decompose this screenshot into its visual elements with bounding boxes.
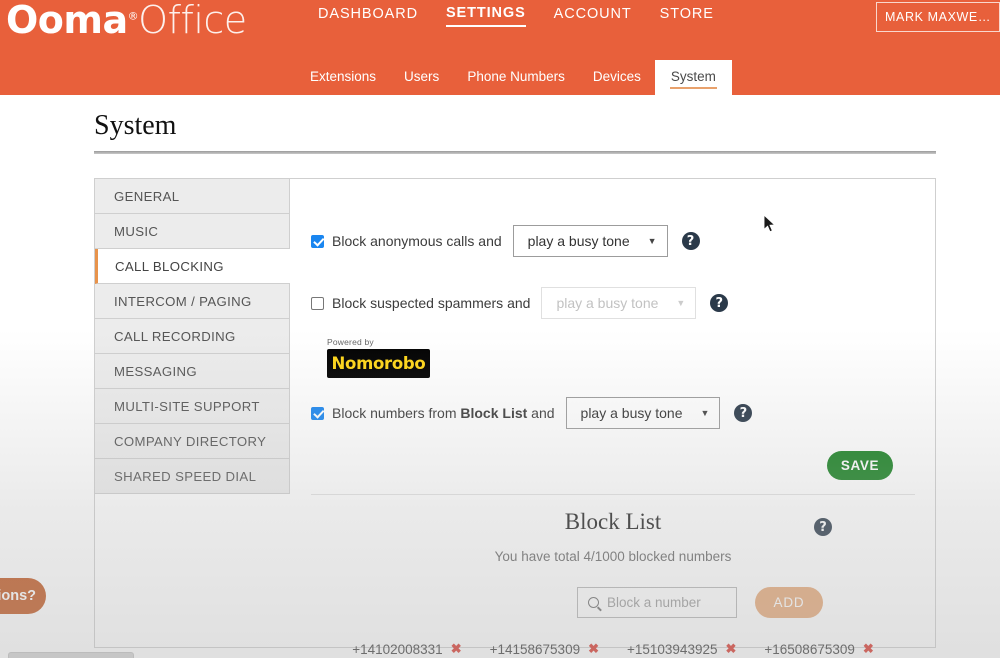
- sidebar-item-general[interactable]: GENERAL: [95, 179, 290, 214]
- help-icon-block-list-rule[interactable]: ?: [734, 404, 752, 422]
- sidebar-item-messaging[interactable]: MESSAGING: [95, 354, 290, 389]
- remove-number-icon[interactable]: ✖: [725, 641, 736, 657]
- primary-nav: DASHBOARD SETTINGS ACCOUNT STORE: [318, 5, 714, 27]
- logo-registered-icon: ®: [128, 9, 139, 22]
- sidebar-item-label: INTERCOM / PAGING: [114, 294, 252, 309]
- block-list-title: Block List: [291, 509, 935, 535]
- settings-sidebar: GENERAL MUSIC CALL BLOCKING INTERCOM / P…: [95, 179, 290, 494]
- sidebar-item-shared-speed-dial[interactable]: SHARED SPEED DIAL: [95, 459, 290, 494]
- sidebar-item-label: MESSAGING: [114, 364, 197, 379]
- block-list-subtitle: You have total 4/1000 blocked numbers: [291, 549, 935, 564]
- sidebar-item-music[interactable]: MUSIC: [95, 214, 290, 249]
- subnav-item-devices[interactable]: Devices: [579, 69, 655, 95]
- nav-item-store[interactable]: STORE: [660, 6, 714, 26]
- block-list-rule-label-strong: Block List: [460, 405, 527, 421]
- title-divider: [94, 151, 936, 154]
- block-list-rule-row: Block numbers from Block List and play a…: [311, 397, 752, 429]
- page-title: System: [94, 110, 176, 142]
- bottom-docked-panel[interactable]: [8, 652, 134, 658]
- section-divider: [311, 494, 915, 495]
- chevron-down-icon: ▼: [676, 299, 685, 308]
- search-icon: [588, 597, 599, 608]
- logo-office-text: Office: [138, 0, 247, 42]
- sidebar-item-intercom-paging[interactable]: INTERCOM / PAGING: [95, 284, 290, 319]
- block-list-rule-checkbox[interactable]: [311, 407, 324, 420]
- settings-card: GENERAL MUSIC CALL BLOCKING INTERCOM / P…: [94, 178, 936, 648]
- sidebar-item-label: CALL BLOCKING: [115, 259, 224, 274]
- block-spammers-action-select: play a busy tone ▼: [541, 287, 696, 319]
- nav-item-settings[interactable]: SETTINGS: [446, 5, 526, 27]
- sidebar-item-label: MUSIC: [114, 224, 158, 239]
- powered-by-label: Powered by: [327, 337, 374, 347]
- nav-item-account[interactable]: ACCOUNT: [554, 6, 632, 26]
- block-spammers-label: Block suspected spammers and: [332, 295, 530, 311]
- top-header-bar: Ooma®Office DASHBOARD SETTINGS ACCOUNT S…: [0, 0, 1000, 95]
- sidebar-item-label: COMPANY DIRECTORY: [114, 434, 266, 449]
- sidebar-item-company-directory[interactable]: COMPANY DIRECTORY: [95, 424, 290, 459]
- subnav-item-extensions[interactable]: Extensions: [296, 69, 390, 95]
- save-button[interactable]: SAVE: [827, 451, 893, 480]
- sidebar-item-multi-site-support[interactable]: MULTI-SITE SUPPORT: [95, 389, 290, 424]
- blocked-numbers-list: +14102008331 ✖ +14158675309 ✖ +151039439…: [291, 641, 935, 657]
- ooma-office-logo[interactable]: Ooma®Office: [6, 0, 247, 42]
- block-anonymous-row: Block anonymous calls and play a busy to…: [311, 225, 700, 257]
- chevron-down-icon: ▼: [701, 409, 710, 418]
- block-spammers-row: Block suspected spammers and play a busy…: [311, 287, 728, 319]
- blocked-number-value: +16508675309: [764, 642, 854, 657]
- nomorobo-logo: Nomorobo: [327, 349, 430, 378]
- block-anonymous-action-select[interactable]: play a busy tone ▼: [513, 225, 668, 257]
- block-list-rule-label: Block numbers from Block List and: [332, 405, 555, 421]
- add-number-button[interactable]: ADD: [755, 587, 823, 618]
- remove-number-icon[interactable]: ✖: [588, 641, 599, 657]
- block-list-rule-action-value: play a busy tone: [581, 405, 683, 421]
- nomorobo-logo-text: Nomorobo: [332, 354, 426, 373]
- block-number-placeholder: Block a number: [607, 595, 701, 610]
- sidebar-item-label: GENERAL: [114, 189, 179, 204]
- blocked-number-value: +15103943925: [627, 642, 717, 657]
- block-list-rule-label-post: and: [527, 405, 554, 421]
- subnav-item-users[interactable]: Users: [390, 69, 453, 95]
- user-account-button[interactable]: MARK MAXWE…: [876, 2, 1000, 32]
- blocked-number-item: +15103943925 ✖: [627, 641, 736, 657]
- block-anonymous-checkbox[interactable]: [311, 235, 324, 248]
- nav-item-dashboard[interactable]: DASHBOARD: [318, 6, 418, 26]
- subnav-item-system[interactable]: System: [655, 60, 732, 95]
- block-spammers-checkbox[interactable]: [311, 297, 324, 310]
- app-root: Ooma®Office DASHBOARD SETTINGS ACCOUNT S…: [0, 0, 1000, 658]
- call-blocking-panel: Block anonymous calls and play a busy to…: [291, 179, 935, 647]
- blocked-number-value: +14158675309: [490, 642, 580, 657]
- chat-help-bubble[interactable]: ions?: [0, 578, 46, 614]
- sidebar-item-call-blocking[interactable]: CALL BLOCKING: [95, 249, 290, 284]
- remove-number-icon[interactable]: ✖: [863, 641, 874, 657]
- block-number-input[interactable]: Block a number: [577, 587, 737, 618]
- block-spammers-action-value: play a busy tone: [556, 295, 658, 311]
- sidebar-item-label: CALL RECORDING: [114, 329, 236, 344]
- secondary-nav: Extensions Users Phone Numbers Devices S…: [0, 55, 1000, 95]
- help-icon-anonymous[interactable]: ?: [682, 232, 700, 250]
- sidebar-item-label: SHARED SPEED DIAL: [114, 469, 256, 484]
- remove-number-icon[interactable]: ✖: [451, 641, 462, 657]
- help-icon-block-list[interactable]: ?: [814, 518, 832, 536]
- block-anonymous-action-value: play a busy tone: [528, 233, 630, 249]
- blocked-number-value: +14102008331: [352, 642, 442, 657]
- mouse-cursor-icon: [763, 214, 777, 234]
- blocked-number-item: +14158675309 ✖: [490, 641, 599, 657]
- blocked-number-item: +14102008331 ✖: [352, 641, 461, 657]
- chevron-down-icon: ▼: [648, 237, 657, 246]
- block-list-rule-action-select[interactable]: play a busy tone ▼: [566, 397, 721, 429]
- blocked-number-item: +16508675309 ✖: [764, 641, 873, 657]
- block-list-add-controls: Block a number ADD: [577, 587, 823, 618]
- logo-ooma-text: Ooma: [6, 0, 128, 42]
- sidebar-item-label: MULTI-SITE SUPPORT: [114, 399, 260, 414]
- block-list-rule-label-pre: Block numbers from: [332, 405, 460, 421]
- sidebar-item-call-recording[interactable]: CALL RECORDING: [95, 319, 290, 354]
- subnav-item-phone-numbers[interactable]: Phone Numbers: [453, 69, 579, 95]
- help-icon-spammers[interactable]: ?: [710, 294, 728, 312]
- block-anonymous-label: Block anonymous calls and: [332, 233, 502, 249]
